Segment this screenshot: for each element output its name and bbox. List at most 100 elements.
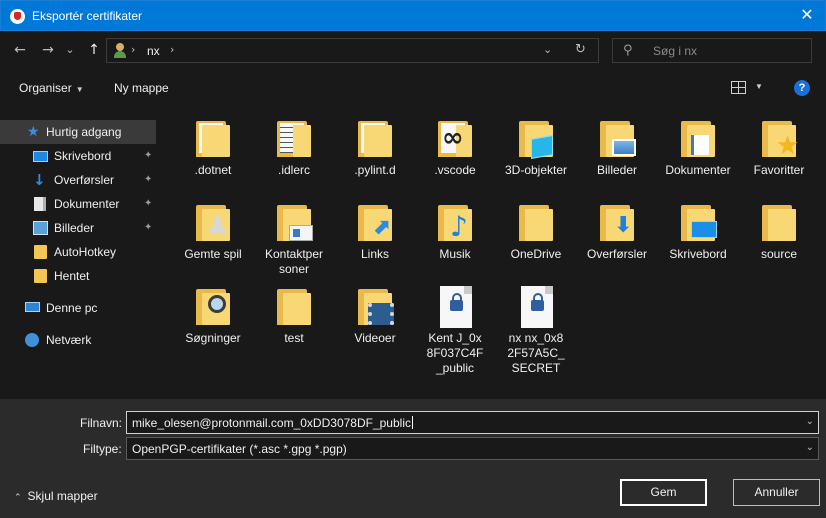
save-button[interactable]: Gem bbox=[620, 479, 707, 506]
command-bar: Organiser ▼ Ny mappe ▼ ? bbox=[0, 71, 826, 106]
sidebar-item-quick-access[interactable]: ★ Hurtig adgang bbox=[0, 120, 156, 144]
certificate-file-icon bbox=[517, 286, 555, 328]
file-item-kent-certificate[interactable]: Kent J_0x8F037C4F_public bbox=[416, 276, 494, 386]
kleopatra-app-icon bbox=[10, 9, 25, 24]
file-item-test[interactable]: test bbox=[255, 276, 333, 356]
new-folder-button[interactable]: Ny mappe bbox=[114, 81, 169, 95]
file-item-label: 3D-objekter bbox=[504, 163, 568, 177]
folder-icon bbox=[275, 118, 313, 158]
chevron-up-icon: ⌃ bbox=[14, 493, 22, 503]
file-item-nx-secret-certificate[interactable]: nx nx_0x82F57A5C_SECRET bbox=[497, 276, 575, 386]
lock-icon bbox=[531, 293, 544, 311]
file-item-label: .dotnet bbox=[194, 163, 232, 177]
file-item-searches[interactable]: Søgninger bbox=[174, 276, 252, 356]
search-input[interactable]: ⚲ Søg i nx bbox=[612, 38, 812, 63]
sidebar-item-documents[interactable]: Dokumenter ✦ bbox=[0, 192, 156, 216]
pin-icon[interactable]: ✦ bbox=[144, 222, 152, 233]
file-item-documents[interactable]: Dokumenter bbox=[659, 108, 737, 188]
download-arrow-icon: ⬇ bbox=[614, 213, 633, 238]
file-item-label: Favoritter bbox=[753, 163, 805, 177]
favorites-folder-icon: ★ bbox=[760, 118, 799, 159]
file-item-label: .pylint.d bbox=[354, 163, 396, 177]
file-item-pylint[interactable]: .pylint.d bbox=[336, 108, 414, 188]
sidebar-item-label: Hentet bbox=[54, 269, 90, 283]
breadcrumb-nx[interactable]: nx bbox=[147, 44, 160, 58]
file-item-downloads[interactable]: ⬇ Overførsler bbox=[578, 192, 656, 272]
desktop-icon bbox=[33, 151, 48, 162]
folder-icon bbox=[517, 202, 555, 242]
forward-arrow-icon[interactable]: → bbox=[38, 40, 58, 60]
filename-field[interactable]: mike_olesen@protonmail.com_0xDD3078DF_pu… bbox=[126, 411, 819, 434]
sidebar-item-label: AutoHotkey bbox=[54, 245, 117, 259]
pin-icon[interactable]: ✦ bbox=[144, 198, 152, 209]
folder-icon bbox=[34, 269, 47, 283]
hide-folders-label: Skjul mapper bbox=[27, 489, 98, 503]
pin-icon[interactable]: ✦ bbox=[144, 150, 152, 161]
folder-icon bbox=[356, 118, 394, 158]
folder-icon bbox=[34, 245, 47, 259]
file-item-3d-objects[interactable]: 3D-objekter bbox=[497, 108, 575, 188]
address-bar[interactable]: › nx › ⌄ ↻ bbox=[106, 38, 599, 63]
refresh-icon[interactable]: ↻ bbox=[575, 42, 586, 57]
file-item-saved-games[interactable]: ♟ Gemte spil bbox=[174, 192, 252, 272]
file-item-dotnet[interactable]: .dotnet bbox=[174, 108, 252, 188]
folder-icon bbox=[275, 286, 313, 326]
network-icon bbox=[25, 333, 39, 347]
up-arrow-icon[interactable]: ↑ bbox=[84, 40, 104, 60]
file-item-label: .idlerc bbox=[277, 163, 310, 177]
downloads-folder-icon: ⬇ bbox=[598, 202, 636, 242]
file-item-label: Søgninger bbox=[185, 331, 241, 345]
help-icon[interactable]: ? bbox=[794, 80, 810, 96]
videos-folder-icon bbox=[356, 286, 394, 326]
sidebar-item-this-pc[interactable]: Denne pc bbox=[0, 296, 156, 320]
file-item-source[interactable]: source bbox=[740, 192, 818, 272]
file-item-vscode[interactable]: ∞ .vscode bbox=[416, 108, 494, 188]
sidebar-item-label: Billeder bbox=[54, 221, 95, 235]
title-bar: Eksportér certifikater ✕ bbox=[0, 0, 826, 31]
chevron-down-icon[interactable]: ⌄ bbox=[806, 416, 814, 427]
navigation-bar: ← → ⌄ ↑ › nx › ⌄ ↻ ⚲ Søg i nx bbox=[0, 31, 826, 71]
sidebar-item-label: Overførsler bbox=[54, 173, 114, 187]
sidebar-item-downloads[interactable]: ↓ Overførsler ✦ bbox=[0, 168, 156, 192]
sidebar-item-pictures[interactable]: Billeder ✦ bbox=[0, 216, 156, 240]
file-item-onedrive[interactable]: OneDrive bbox=[497, 192, 575, 272]
filetype-select[interactable]: OpenPGP-certifikater (*.asc *.gpg *.pgp)… bbox=[126, 437, 819, 460]
file-item-label: .vscode bbox=[434, 163, 476, 177]
file-item-label: Links bbox=[360, 247, 389, 261]
contacts-folder-icon bbox=[275, 202, 313, 242]
sidebar-item-desktop[interactable]: Skrivebord ✦ bbox=[0, 144, 156, 168]
breadcrumb-separator-icon[interactable]: › bbox=[170, 43, 174, 56]
organize-button[interactable]: Organiser ▼ bbox=[19, 81, 84, 95]
cancel-button[interactable]: Annuller bbox=[733, 479, 820, 506]
pin-icon[interactable]: ✦ bbox=[144, 174, 152, 185]
view-options-caret-icon[interactable]: ▼ bbox=[755, 82, 763, 91]
file-item-videos[interactable]: Videoer bbox=[336, 276, 414, 356]
file-item-label: Overførsler bbox=[587, 247, 647, 261]
file-item-label: Kontaktpersoner bbox=[264, 247, 324, 276]
chevron-down-icon[interactable]: ⌄ bbox=[806, 442, 814, 453]
filetype-value: OpenPGP-certifikater (*.asc *.gpg *.pgp) bbox=[132, 442, 347, 456]
address-dropdown-icon[interactable]: ⌄ bbox=[543, 43, 552, 56]
sidebar-item-label: Netværk bbox=[46, 333, 92, 347]
sidebar-item-autohotkey[interactable]: AutoHotkey bbox=[0, 240, 156, 264]
downloads-icon: ↓ bbox=[33, 171, 46, 189]
organize-label: Organiser bbox=[19, 81, 72, 95]
breadcrumb-separator-icon[interactable]: › bbox=[131, 43, 135, 56]
view-options-icon[interactable] bbox=[731, 81, 746, 94]
vscode-logo-icon: ∞ bbox=[442, 123, 464, 153]
file-item-pictures[interactable]: Billeder bbox=[578, 108, 656, 188]
hide-folders-toggle[interactable]: ⌃ Skjul mapper bbox=[14, 489, 98, 503]
back-arrow-icon[interactable]: ← bbox=[10, 40, 30, 60]
file-item-favorites[interactable]: ★ Favoritter bbox=[740, 108, 818, 188]
file-item-idlerc[interactable]: .idlerc bbox=[255, 108, 333, 188]
close-icon[interactable]: ✕ bbox=[799, 6, 815, 24]
sidebar-item-network[interactable]: Netværk bbox=[0, 328, 156, 352]
file-item-label: test bbox=[284, 331, 304, 345]
recent-locations-chevron-icon[interactable]: ⌄ bbox=[63, 40, 77, 60]
file-item-contacts[interactable]: Kontaktpersoner bbox=[255, 192, 333, 276]
certificate-file-icon bbox=[436, 286, 474, 328]
file-item-links[interactable]: ⬈ Links bbox=[336, 192, 414, 272]
sidebar-item-hentet[interactable]: Hentet bbox=[0, 264, 156, 288]
file-item-music[interactable]: ♪ Musik bbox=[416, 192, 494, 272]
file-item-desktop[interactable]: Skrivebord bbox=[659, 192, 737, 272]
